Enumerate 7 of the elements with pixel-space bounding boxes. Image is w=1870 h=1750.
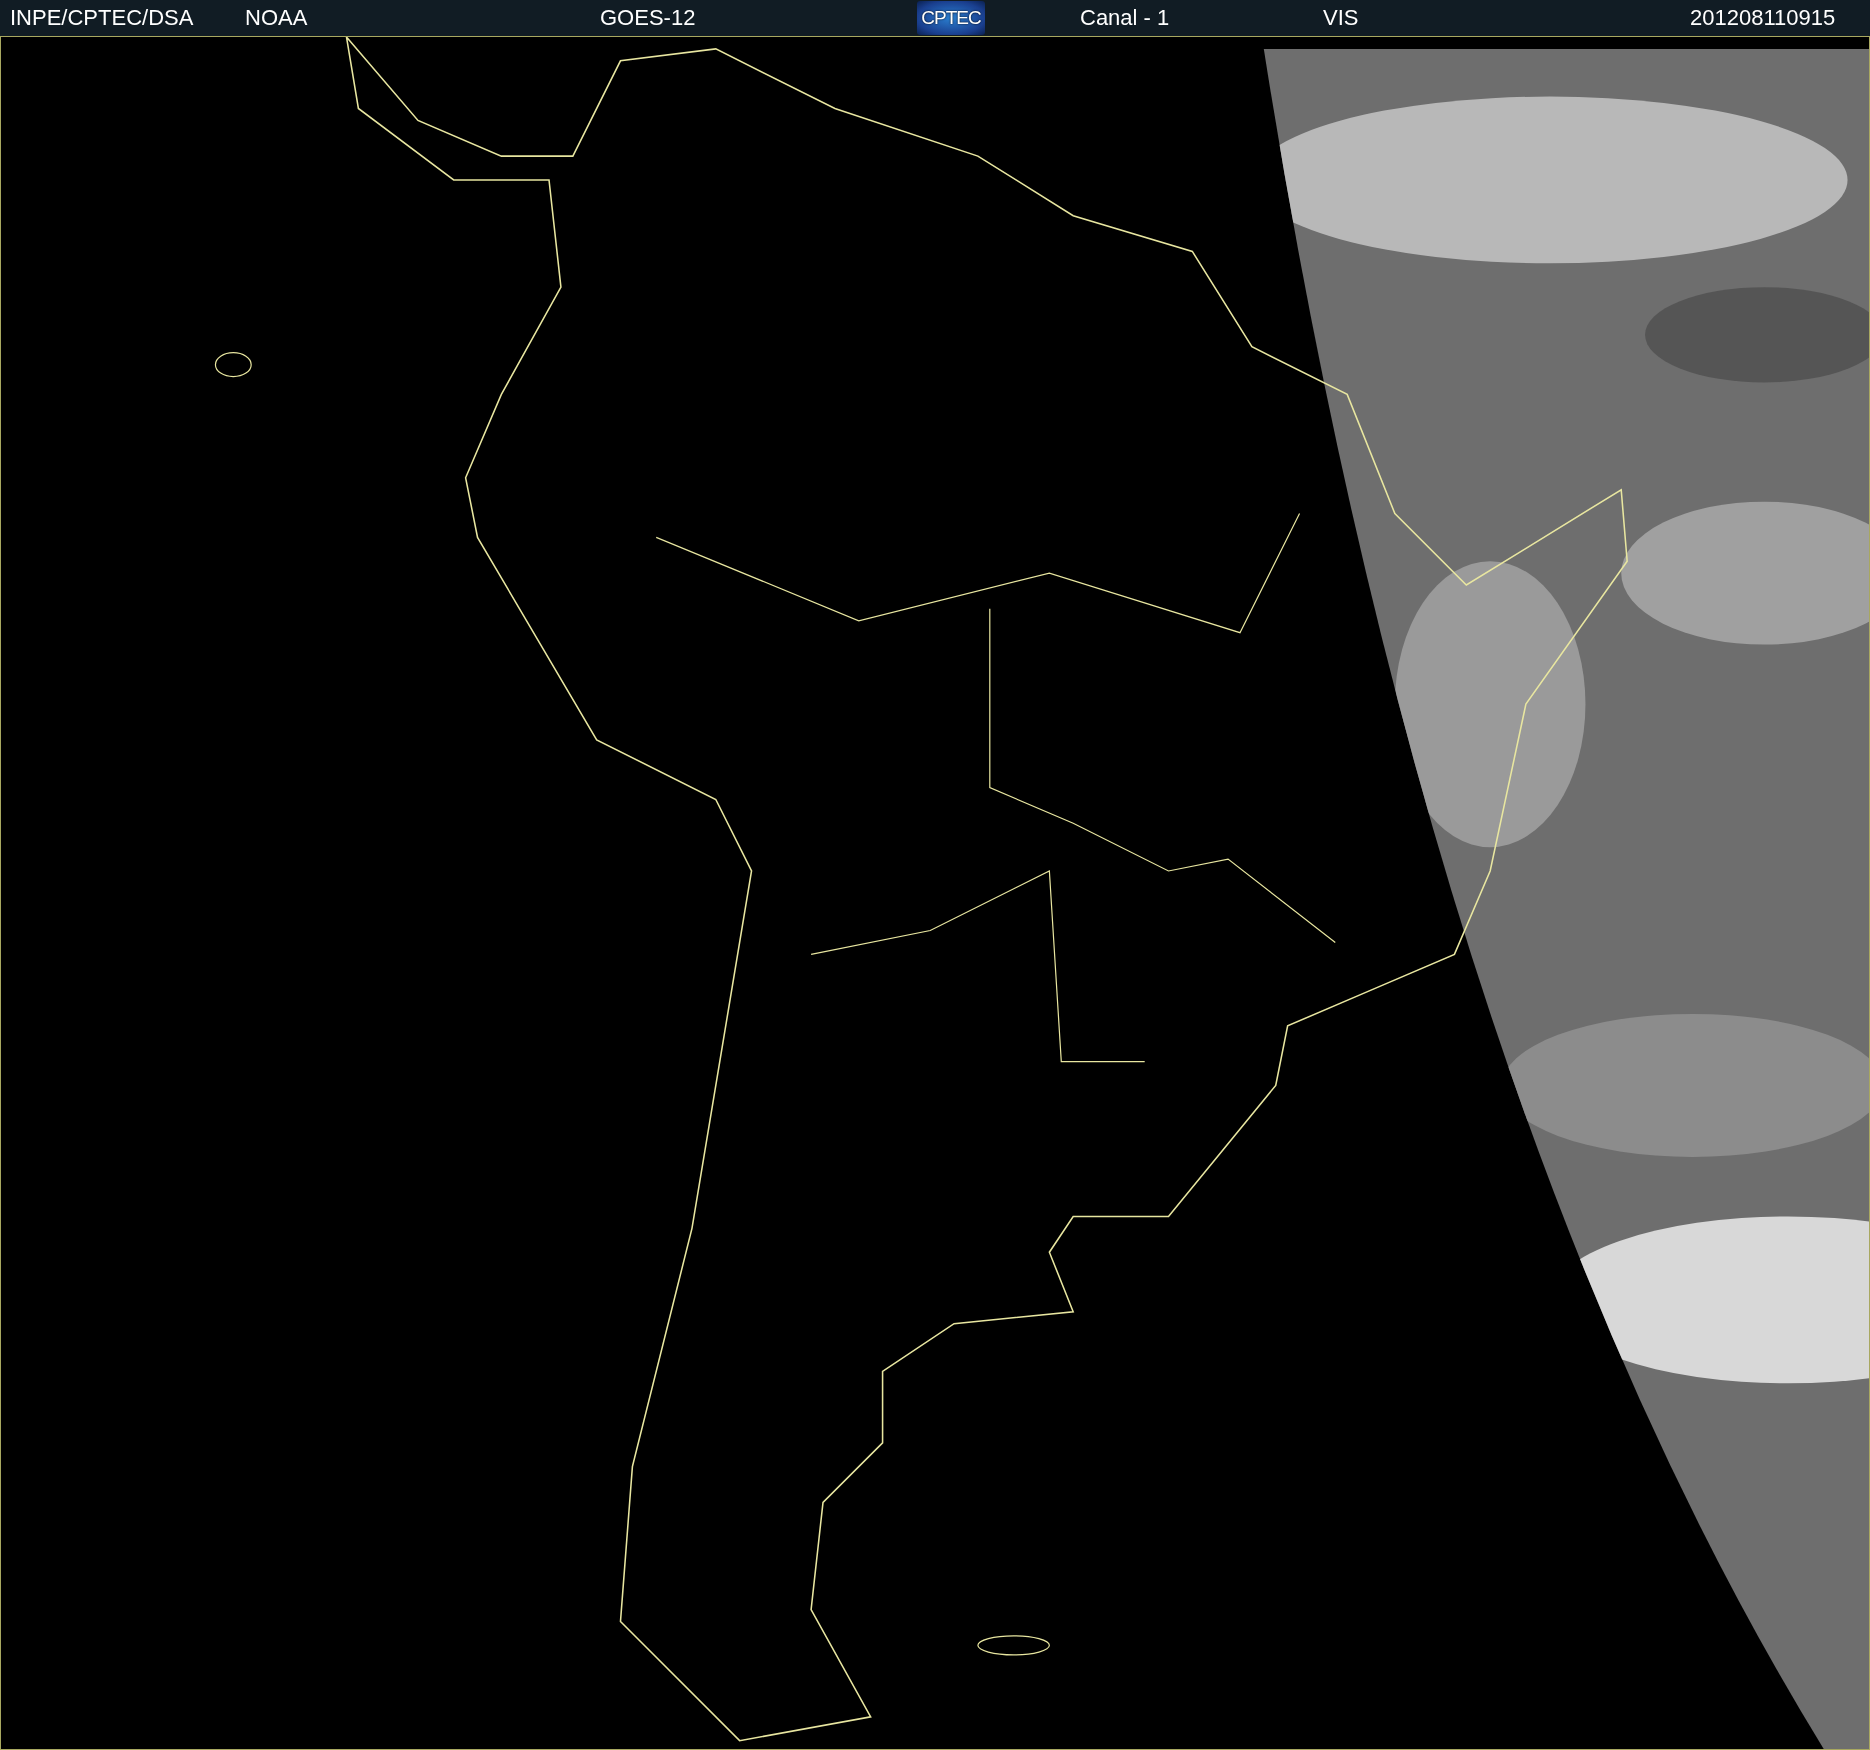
- cptec-logo: CPTEC: [917, 1, 985, 35]
- satellite-label: GOES-12: [600, 5, 697, 31]
- source-label: INPE/CPTEC/DSA: [10, 5, 195, 31]
- timestamp-label: 201208110915: [1690, 5, 1836, 31]
- band-label: VIS: [1323, 5, 1360, 31]
- channel-label: Canal - 1: [1080, 5, 1171, 31]
- agency-label: NOAA: [245, 5, 309, 31]
